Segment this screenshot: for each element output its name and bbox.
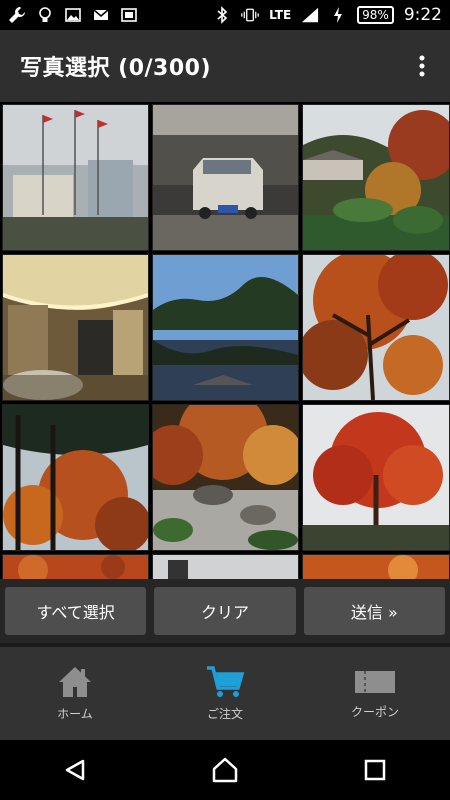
send-button[interactable]: 送信 »: [303, 587, 445, 635]
charging-icon: [329, 6, 347, 24]
recents-icon: [364, 759, 386, 781]
overflow-menu-icon[interactable]: [412, 51, 432, 81]
action-bar: すべて選択 クリア 送信 »: [0, 579, 450, 643]
lightbulb-icon: [36, 6, 54, 24]
photo-partial-2[interactable]: [152, 554, 299, 579]
signal-icon: [301, 6, 319, 24]
tab-order[interactable]: ご注文: [155, 665, 295, 722]
image-icon: [64, 6, 82, 24]
photo-garden-pavilion[interactable]: [302, 104, 450, 251]
home-button[interactable]: [195, 750, 255, 790]
photo-rock-garden[interactable]: [152, 404, 299, 551]
tab-home[interactable]: ホーム: [5, 665, 145, 722]
photo-partial-1[interactable]: [2, 554, 149, 579]
photo-plaza-flags[interactable]: [2, 104, 149, 251]
photo-hotel-lobby[interactable]: [2, 254, 149, 401]
tab-coupon-label: クーポン: [350, 705, 399, 719]
battery-icon: 98%: [357, 6, 394, 24]
tab-coupon[interactable]: クーポン: [305, 667, 445, 720]
photo-grid: [0, 102, 450, 579]
bluetooth-icon: [213, 6, 231, 24]
back-icon: [65, 759, 85, 781]
select-all-button[interactable]: すべて選択: [5, 587, 147, 635]
photo-partial-3[interactable]: [302, 554, 450, 579]
cart-icon: [207, 666, 245, 697]
page-title: 写真選択 (0/300): [20, 56, 212, 81]
tab-order-label: ご注文: [206, 707, 243, 721]
back-button[interactable]: [45, 750, 105, 790]
coupon-icon: [355, 671, 395, 693]
vibrate-icon: [241, 6, 259, 24]
status-bar: LTE 98% 9:22: [0, 0, 450, 30]
home-nav-icon: [212, 757, 238, 783]
notification-icon: [120, 6, 138, 24]
bottom-tab-bar: ホーム ご注文 クーポン: [0, 647, 450, 740]
mail-icon: [92, 6, 110, 24]
system-nav-bar: [0, 740, 450, 800]
photo-red-maple[interactable]: [302, 404, 450, 551]
wrench-icon: [8, 6, 26, 24]
photo-autumn-tree-2[interactable]: [2, 404, 149, 551]
status-left: [8, 6, 138, 24]
home-icon: [59, 667, 91, 697]
network-type: LTE: [269, 8, 292, 22]
clock: 9:22: [403, 5, 442, 25]
tab-home-label: ホーム: [57, 707, 93, 721]
recents-button[interactable]: [345, 750, 405, 790]
photo-lake-reflection[interactable]: [152, 254, 299, 401]
photo-autumn-tree-1[interactable]: [302, 254, 450, 401]
battery-level: 98%: [362, 8, 389, 22]
clear-button[interactable]: クリア: [154, 587, 296, 635]
app-bar: 写真選択 (0/300): [0, 30, 450, 102]
status-right: LTE 98% 9:22: [213, 5, 442, 25]
photo-taxi[interactable]: [152, 104, 299, 251]
